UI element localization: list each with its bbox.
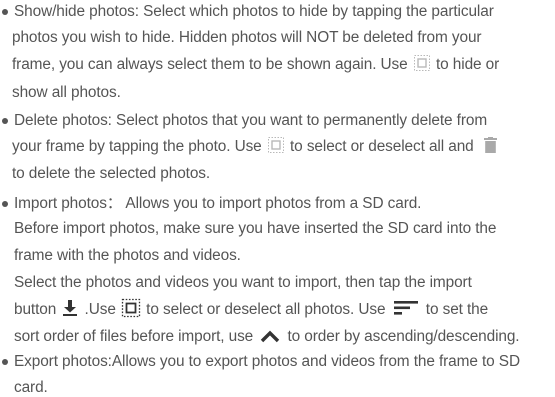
text-fragment: button <box>14 301 61 319</box>
instruction-document: Show/hide photos: Select which photos to… <box>0 0 555 396</box>
download-icon <box>62 300 78 316</box>
text-line: Before import photos, make sure you have… <box>14 220 497 237</box>
text-line: your frame by tapping the photo. Use to … <box>12 136 499 156</box>
text-line: frame, you can always select them to be … <box>12 54 500 74</box>
text-line: Export photos:Allows you to export photo… <box>14 353 520 370</box>
select-all-icon <box>267 136 284 153</box>
text-line: sort order of files before import, use t… <box>14 328 520 346</box>
text-line: frame with the photos and videos. <box>14 247 241 264</box>
chevron-up-icon <box>260 329 280 343</box>
bullet <box>2 118 8 124</box>
bullet <box>2 201 8 207</box>
text-fragment: your frame by tapping the photo. Use <box>12 138 266 155</box>
text-fragment: frame, you can always select them to be … <box>12 56 412 73</box>
trash-icon <box>483 136 497 153</box>
text-fragment: to hide or <box>431 56 500 73</box>
text-line: to delete the selected photos. <box>12 165 211 182</box>
sort-icon <box>393 301 418 315</box>
text-fragment: to select or deselect all photos. Use <box>141 301 390 319</box>
text-fragment: to select or deselect all and <box>285 138 478 155</box>
bullet <box>2 9 8 15</box>
bullet <box>2 359 8 365</box>
text-line: Select the photos and videos you want to… <box>14 274 472 291</box>
text-fragment: to set the <box>421 301 489 319</box>
text-line: card. <box>14 379 48 396</box>
text-fragment: .Use <box>80 301 120 319</box>
text-line: photos you wish to hide. Hidden photos w… <box>12 29 482 46</box>
text-line: Import photos： Allows you to import phot… <box>14 195 422 212</box>
text-fragment: sort order of files before import, use <box>14 328 258 345</box>
text-line: Show/hide photos: Select which photos to… <box>14 3 494 20</box>
text-line: button .Use to select or deselect all ph… <box>14 298 489 319</box>
text-line: Delete photos: Select photos that you wa… <box>14 112 488 129</box>
text-fragment: to order by ascending/descending. <box>283 328 520 345</box>
text-line: show all photos. <box>12 84 121 101</box>
select-all-icon <box>121 298 141 318</box>
select-all-icon <box>413 54 430 71</box>
